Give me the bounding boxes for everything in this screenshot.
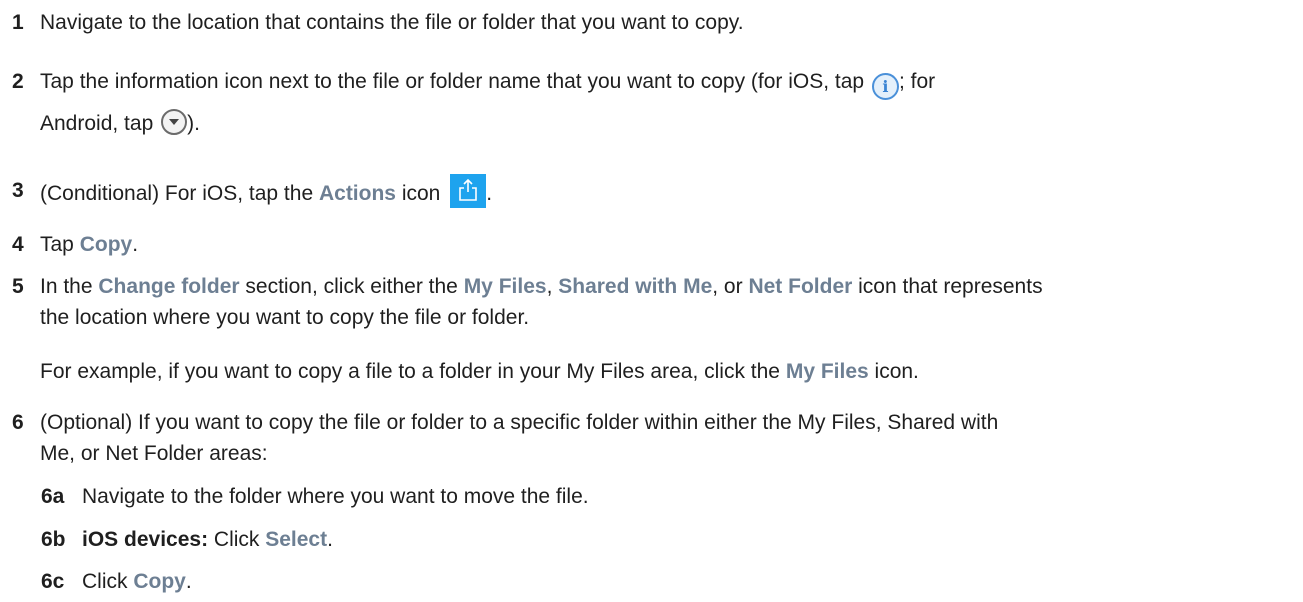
- step-text: Me, or Net Folder areas:: [40, 442, 268, 465]
- substep-number: 6a: [41, 485, 65, 508]
- step-text: ,: [546, 275, 559, 298]
- step-text: ; for: [898, 70, 936, 93]
- info-icon: i: [871, 73, 899, 100]
- substep-number: 6b: [41, 528, 66, 551]
- step-text: section, click either the: [239, 275, 464, 298]
- substep-6b: 6b iOS devices: Click Select.: [0, 523, 333, 557]
- substep-6a: 6a Navigate to the folder where you want…: [0, 480, 589, 514]
- step-text: In the: [40, 275, 99, 298]
- example-paragraph: For example, if you want to copy a file …: [0, 355, 919, 389]
- step-text: (Conditional) For iOS, tap the: [40, 182, 319, 205]
- step-text: .: [132, 233, 139, 256]
- substep-text: .: [185, 570, 192, 593]
- substep-text: Navigate to the folder where you want to…: [82, 485, 589, 508]
- shared-with-me-label: Shared with Me: [558, 275, 713, 298]
- substep-text: Click: [82, 570, 134, 593]
- step-text: ).: [187, 112, 200, 135]
- step-text: Navigate to the location that contains t…: [40, 11, 744, 34]
- step-text: Android, tap: [40, 112, 160, 135]
- step-number: 5: [12, 275, 24, 298]
- net-folder-label: Net Folder: [748, 275, 853, 298]
- step-text: the location where you want to copy the …: [40, 306, 530, 329]
- copy-label: Copy: [79, 233, 133, 256]
- step-2: 2 Tap the information icon next to the f…: [0, 61, 935, 145]
- step-4: 4 Tap Copy.: [0, 228, 138, 262]
- step-text: (Optional) If you want to copy the file …: [40, 411, 999, 434]
- step-6: 6 (Optional) If you want to copy the fil…: [0, 407, 998, 469]
- step-number: 4: [12, 233, 24, 256]
- step-number: 3: [12, 179, 24, 202]
- substep-text: Click: [208, 528, 266, 551]
- step-1: 1 Navigate to the location that contains…: [0, 6, 744, 40]
- example-text: icon.: [868, 360, 919, 383]
- substep-text: .: [327, 528, 333, 551]
- change-folder-label: Change folder: [98, 275, 240, 298]
- step-number: 2: [12, 70, 24, 93]
- step-number: 6: [12, 411, 24, 434]
- my-files-label: My Files: [463, 275, 547, 298]
- my-files-label: My Files: [785, 360, 869, 383]
- step-3: 3 (Conditional) For iOS, tap the Actions…: [0, 174, 492, 211]
- select-label: Select: [265, 528, 328, 551]
- step-text: icon: [395, 182, 447, 205]
- substep-6c: 6c Click Copy.: [0, 565, 192, 599]
- substep-number: 6c: [41, 570, 65, 593]
- example-text: For example, if you want to copy a file …: [40, 360, 786, 383]
- step-text: , or: [712, 275, 749, 298]
- step-text: Tap the information icon next to the fil…: [40, 70, 870, 93]
- actions-label: Actions: [318, 182, 396, 205]
- step-number: 1: [12, 11, 24, 34]
- step-text: Tap: [40, 233, 80, 256]
- ios-devices-label: iOS devices:: [82, 528, 209, 551]
- step-5: 5 In the Change folder section, click ei…: [0, 271, 1043, 333]
- step-text: icon that represents: [852, 275, 1043, 298]
- chevron-down-circle-icon: [161, 109, 188, 135]
- copy-label: Copy: [133, 570, 186, 593]
- share-icon: [450, 174, 487, 208]
- step-text: .: [486, 182, 493, 205]
